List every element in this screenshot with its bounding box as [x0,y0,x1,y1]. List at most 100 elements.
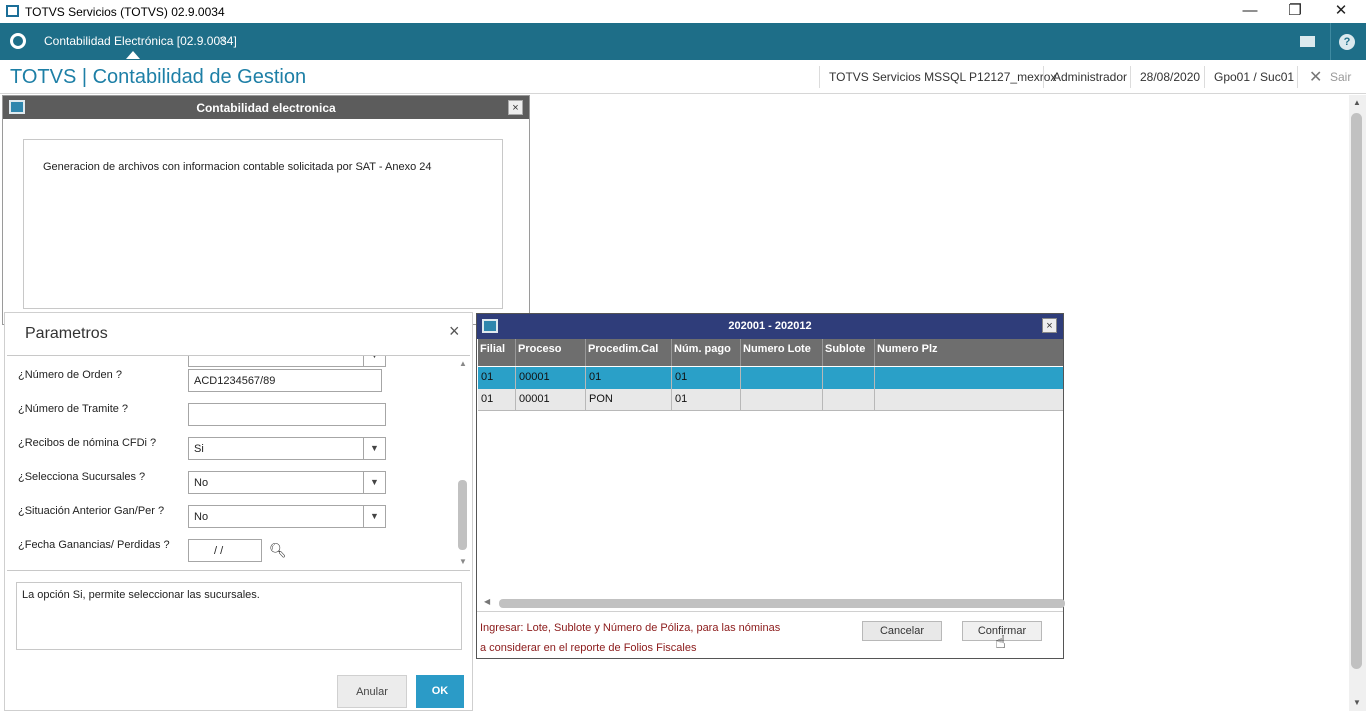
search-icon[interactable]: 🔍︎ [269,542,287,559]
numero-tramite-input[interactable] [188,403,386,426]
app-header: TOTVS | Contabilidad de Gestion TOTVS Se… [0,60,1366,94]
field-label-numero-orden: ¿Número de Orden ? [18,369,122,381]
main-scrollbar[interactable]: ▲ ▼ [1349,95,1366,711]
help-text: La opción Si, permite seleccionar las su… [22,589,260,601]
divider [819,66,820,88]
help-text-box: La opción Si, permite seleccionar las su… [16,582,462,650]
field-label-recibos-nomina: ¿Recibos de nómina CFDi ? [18,437,157,449]
app-window-icon [6,5,19,17]
column-header-numero-plz[interactable]: Numero Plz [875,339,1063,366]
select-value: No [194,511,209,523]
table-cell[interactable]: 00001 [516,389,586,411]
divider [1043,66,1044,88]
instruction-text-line2: a considerar en el reporte de Folios Fis… [480,642,697,654]
divider [1130,66,1131,88]
divider [1297,66,1298,88]
app-title: TOTVS | Contabilidad de Gestion [10,66,307,88]
field-label-selecciona-sucursales: ¿Selecciona Sucursales ? [18,471,146,483]
hand-cursor-icon: ☝ [995,632,1006,652]
close-icon[interactable]: × [449,321,460,342]
previous-field-select[interactable]: ▼ [188,356,386,367]
form-scrollbar[interactable]: ▲ ▼ [457,356,469,570]
description-text: Generacion de archivos con informacion c… [43,161,432,173]
column-header-procedim-cal[interactable]: Procedim.Cal [586,339,672,366]
totvs-logo-icon[interactable] [10,33,26,49]
mail-icon[interactable] [1300,36,1315,47]
window-title: TOTVS Servicios (TOTVS) 02.9.0034 [25,5,225,19]
tab-contabilidad-electronica[interactable]: Contabilidad Electrónica [02.9.0034] [44,34,237,48]
parametros-dialog: Parametros × ▼ ¿Número de Orden ? ACD123… [4,312,473,711]
chevron-down-icon[interactable]: ▼ [363,472,385,493]
table-cell[interactable] [741,367,823,389]
table-cell[interactable]: 01 [672,389,741,411]
scroll-up-icon[interactable]: ▲ [459,359,467,368]
scroll-up-icon[interactable]: ▲ [1353,98,1361,107]
dialog-header: 202001 - 202012 × [477,314,1063,339]
table-cell[interactable] [823,367,875,389]
column-header-filial[interactable]: Filial [478,339,516,366]
restore-button[interactable]: ❐ [1272,0,1318,23]
scrollbar-thumb[interactable] [1351,113,1362,669]
table-cell[interactable]: 00001 [516,367,586,389]
dialog-title: 202001 - 202012 [728,320,812,332]
window-icon [9,100,25,114]
window-title-bar: TOTVS Servicios (TOTVS) 02.9.0034 — ❐ ✕ [0,0,1366,23]
table-cell[interactable]: 01 [478,367,516,389]
user-info[interactable]: Administrador [1053,70,1127,84]
situacion-anterior-select[interactable]: No ▼ [188,505,386,528]
scrollbar-thumb[interactable] [499,599,1065,608]
contabilidad-electronica-dialog: Contabilidad electronica × Generacion de… [2,95,530,325]
table-cell[interactable] [741,389,823,411]
table-cell[interactable] [875,367,1063,389]
server-info[interactable]: TOTVS Servicios MSSQL P12127_mexrox [829,70,1056,84]
table-cell[interactable]: 01 [672,367,741,389]
column-header-proceso[interactable]: Proceso [516,339,586,366]
scroll-down-icon[interactable]: ▼ [1353,698,1361,707]
close-dialog-button[interactable]: × [508,100,523,115]
scroll-down-icon[interactable]: ▼ [459,557,467,566]
table-cell[interactable]: 01 [478,389,516,411]
table-cell[interactable] [875,389,1063,411]
exit-icon[interactable]: ✕ [1309,67,1322,87]
active-tab-caret [126,51,140,59]
table-cell[interactable] [823,389,875,411]
select-value: No [194,477,209,489]
minimize-button[interactable]: — [1227,0,1273,23]
recibos-nomina-select[interactable]: Si ▼ [188,437,386,460]
instruction-text-line1: Ingresar: Lote, Sublote y Número de Póli… [480,622,781,634]
exit-button[interactable]: Sair [1330,70,1351,84]
scroll-left-icon[interactable]: ◀ [484,597,490,606]
scrollbar-thumb[interactable] [458,480,467,550]
chevron-down-icon[interactable]: ▼ [363,356,385,366]
close-dialog-button[interactable]: × [1042,318,1057,333]
window-icon [482,319,498,333]
column-header-numero-lote[interactable]: Numero Lote [741,339,823,366]
description-box: Generacion de archivos con informacion c… [23,139,503,309]
field-label-situacion-anterior: ¿Situación Anterior Gan/Per ? [18,505,165,517]
column-header-sublote[interactable]: Sublote [823,339,875,366]
tab-close-icon[interactable]: × [219,33,226,47]
branch-info[interactable]: Gpo01 / Suc01 [1214,70,1294,84]
help-icon[interactable]: ? [1339,34,1355,50]
divider [1204,66,1205,88]
periodo-grid-dialog: 202001 - 202012 × Filial Proceso Procedi… [476,313,1065,659]
numero-orden-input[interactable]: ACD1234567/89 [188,369,382,392]
selecciona-sucursales-select[interactable]: No ▼ [188,471,386,494]
table-cell[interactable]: PON [586,389,672,411]
close-window-button[interactable]: ✕ [1318,0,1364,23]
select-value: Si [194,443,204,455]
field-label-fecha-ganancias: ¿Fecha Ganancias/ Perdidas ? [18,539,170,551]
date-info[interactable]: 28/08/2020 [1140,70,1200,84]
dialog-header: Contabilidad electronica × [3,96,529,119]
table-cell[interactable]: 01 [586,367,672,389]
field-label-numero-tramite: ¿Número de Tramite ? [18,403,129,415]
parameters-form: ▼ ¿Número de Orden ? ACD1234567/89 ¿Núme… [7,355,470,571]
fecha-ganancias-input[interactable]: / / [188,539,262,562]
column-header-num-pago[interactable]: Núm. pago [672,339,741,366]
chevron-down-icon[interactable]: ▼ [363,438,385,459]
chevron-down-icon[interactable]: ▼ [363,506,385,527]
grid-horizontal-scrollbar[interactable]: ◀ [481,597,1065,609]
anular-button[interactable]: Anular [337,675,407,708]
cancelar-button[interactable]: Cancelar [862,621,942,641]
ok-button[interactable]: OK [416,675,464,708]
